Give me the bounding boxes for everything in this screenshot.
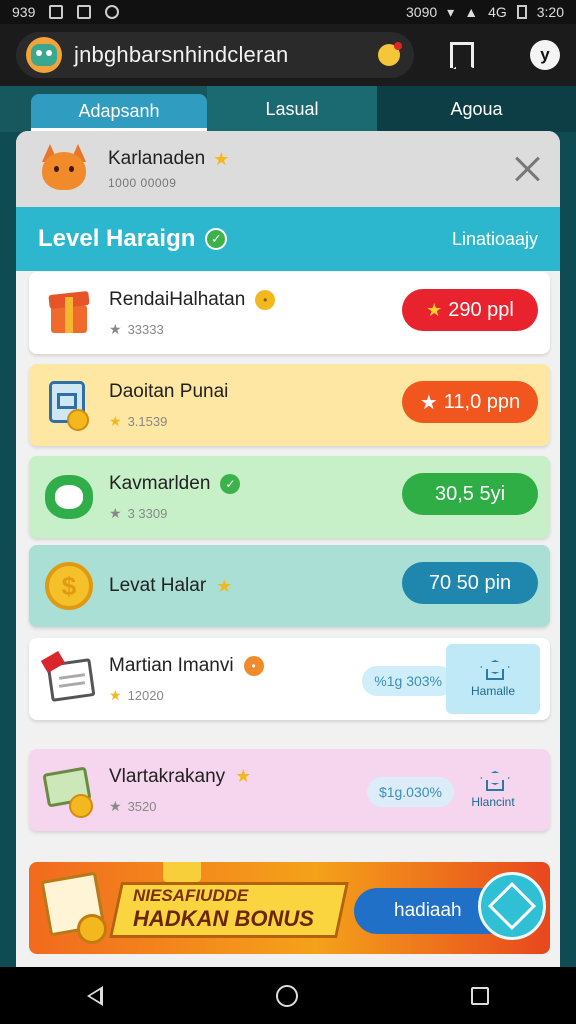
tab-lasual[interactable]: Lasual (207, 86, 377, 132)
info-badge-icon: • (243, 655, 264, 676)
status-time: 3:20 (536, 4, 564, 20)
notification-icon (77, 5, 92, 19)
list-item[interactable]: Vlartakrakany ★ ★ 3520 $1g.030% Hlancint (29, 749, 550, 831)
header-subtitle: 1000 00009 (108, 176, 177, 190)
item-meta: 3 3309 (127, 505, 168, 521)
item-title: RendaiHalhatan (109, 288, 246, 310)
wifi-icon: ▾ (447, 3, 455, 20)
points-pill[interactable]: ★ 290 ppl (402, 289, 538, 331)
star-icon: ★ (213, 148, 230, 169)
list-item[interactable]: RendaiHalhatan • ★ 33333 ★ 290 ppl (29, 272, 550, 354)
tab-adapsanh[interactable]: Adapsanh (31, 94, 207, 132)
app-bar: jnbghbarsnhindcleran y (0, 24, 576, 86)
list-item[interactable]: Daoitan Punai ★ 3.1539 ★ 11,0 ppn (29, 364, 550, 446)
points-value: 11,0 ppn (443, 390, 521, 413)
back-icon[interactable] (86, 985, 103, 1006)
item-title: Martian Imanvi (109, 654, 234, 676)
level-link[interactable]: Linatioaajy (452, 229, 538, 250)
graduation-cap-icon (480, 660, 506, 680)
item-meta: 33333 (127, 321, 164, 337)
star-icon: ★ (426, 299, 443, 320)
mic-icon[interactable] (378, 42, 402, 66)
fox-mascot-icon (34, 142, 94, 196)
card-coin-icon (43, 379, 95, 431)
check-icon: ✓ (205, 228, 228, 250)
star-icon: ★ (109, 797, 122, 814)
star-icon: ★ (109, 504, 122, 521)
clock-icon (105, 5, 120, 19)
star-icon: ★ (109, 412, 122, 429)
status-right-text: 3090 (406, 4, 438, 20)
system-nav-bar (0, 967, 576, 1024)
header-title: Karlanaden (108, 148, 206, 169)
item-meta: 12020 (127, 687, 164, 703)
bookmark-icon[interactable] (450, 42, 474, 68)
level-title: Level Haraign (38, 225, 196, 252)
side-action-button[interactable]: Hamalle (446, 644, 540, 714)
home-icon[interactable] (275, 984, 298, 1007)
check-icon: ✓ (220, 473, 241, 494)
graduation-cap-icon (480, 771, 506, 791)
bonus-line-1: NIESAFIUDDE (133, 886, 249, 905)
item-meta: 3520 (127, 798, 157, 814)
star-icon: ★ (216, 575, 233, 596)
signal-icon: ▲ (464, 4, 479, 20)
coin-icon: $ (43, 560, 95, 612)
close-icon[interactable] (514, 155, 542, 183)
points-pill[interactable]: 70 50 pin (402, 562, 538, 604)
battery-icon (516, 5, 527, 19)
item-title: Kavmarlden (109, 472, 211, 494)
coin-badge-icon: • (255, 289, 276, 310)
level-banner: Level Haraign ✓ Linatioaajy (16, 207, 560, 271)
points-value: 290 ppl (448, 298, 514, 321)
status-left-text: 939 (12, 4, 36, 20)
star-fab-icon[interactable] (478, 872, 546, 940)
points-value: 70 50 pin (428, 571, 512, 594)
list-item[interactable]: Kavmarlden ✓ ★ 3 3309 30,5 5yi (29, 456, 550, 538)
gift-icon (163, 862, 201, 882)
app-avatar-icon[interactable] (26, 37, 62, 73)
content-sheet: Karlanaden ★ 1000 00009 Level Haraign ✓ … (16, 131, 560, 967)
gift-box-icon (43, 287, 95, 339)
tab-bar: Adapsanh Lasual Agoua (0, 86, 576, 132)
tab-agoua[interactable]: Agoua (377, 86, 576, 132)
coin-icon (77, 914, 107, 944)
search-input[interactable]: jnbghbarsnhindcleran (74, 42, 288, 68)
item-title: Daoitan Punai (109, 380, 229, 402)
notification-icon (49, 5, 64, 19)
green-blob-icon (43, 471, 95, 523)
percent-pill: $1g.030% (366, 777, 454, 807)
points-value: 30,5 5yi (434, 482, 506, 505)
side-action-label: Hamalle (470, 684, 515, 698)
star-icon: ★ (235, 766, 252, 786)
item-title: Vlartakrakany (109, 765, 226, 787)
item-title: Levat Halar (109, 575, 207, 596)
recent-apps-icon[interactable] (471, 986, 490, 1005)
document-icon (40, 650, 96, 705)
search-box[interactable]: jnbghbarsnhindcleran (16, 32, 414, 78)
bonus-line-2: HADKAN BONUS (133, 906, 314, 931)
star-icon: ★ (109, 686, 122, 703)
star-icon: ★ (109, 320, 122, 337)
side-action-button[interactable]: Hlancint (446, 755, 540, 825)
side-action-label: Hlancint (471, 795, 515, 809)
bill-coin-icon (42, 764, 95, 818)
points-pill[interactable]: ★ 11,0 ppn (402, 381, 538, 423)
star-icon: ★ (419, 391, 438, 414)
item-meta: 3.1539 (127, 413, 168, 429)
status-bar: 939 3090 ▾ ▲ 4G 3:20 (0, 0, 576, 24)
points-pill[interactable]: 30,5 5yi (402, 473, 538, 515)
network-type: 4G (488, 4, 507, 20)
bonus-banner[interactable]: NIESAFIUDDE HADKAN BONUS hadiaah (29, 862, 550, 954)
percent-pill: %1g 303% (362, 666, 454, 696)
sheet-header: Karlanaden ★ 1000 00009 (16, 131, 560, 207)
profile-icon[interactable]: y (530, 40, 560, 70)
list-item[interactable]: $ Levat Halar ★ 70 50 pin (29, 545, 550, 627)
list-item[interactable]: Martian Imanvi • ★ 12020 %1g 303% Hamalle (29, 638, 550, 720)
